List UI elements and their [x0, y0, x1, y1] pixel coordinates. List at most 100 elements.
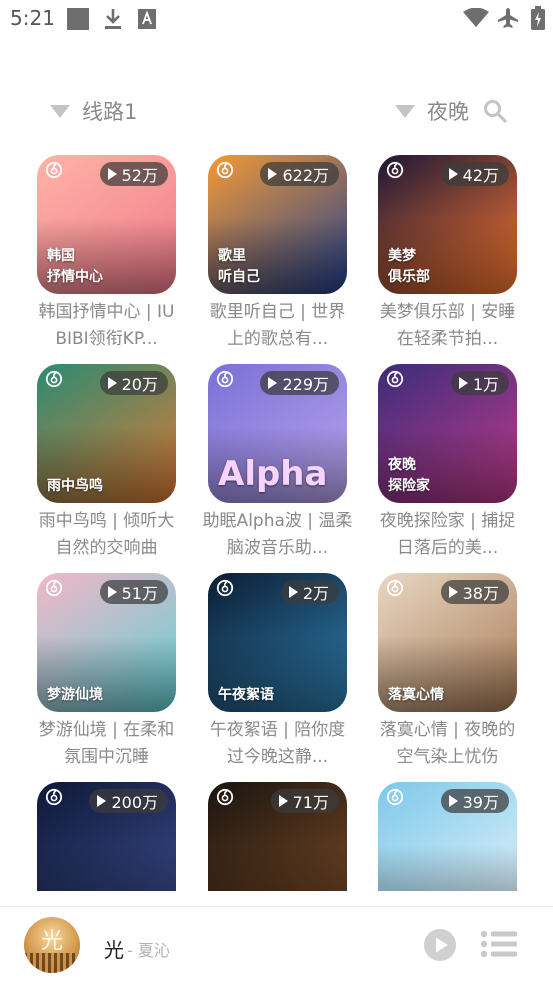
play-triangle-icon [448, 168, 458, 180]
play-triangle-icon [278, 795, 288, 807]
playlist-cover[interactable]: 42万美梦 俱乐部 [378, 155, 517, 294]
play-count: 622万 [282, 166, 329, 185]
playlist-cover[interactable]: 1万 夜晚 探险家 [378, 364, 517, 503]
play-count-badge: 52万 [99, 162, 168, 186]
playlist-title[interactable]: 落寞心情 | 夜晚的空气染上忧伤 [372, 717, 523, 771]
playlist-cover[interactable]: 2万午夜絮语 [208, 573, 347, 712]
playlist-title[interactable]: 梦游仙境 | 在柔和氛围中沉睡 [31, 717, 182, 771]
play-count: 42万 [462, 166, 499, 185]
cover-tag: 雨中鸟鸣 [47, 476, 103, 497]
cover-tag-line: 俱乐部 [388, 269, 430, 285]
download-icon [104, 8, 122, 34]
netease-logo-icon [216, 161, 234, 179]
playlist-cover[interactable]: 51万梦游仙境 [37, 573, 176, 712]
play-count-badge: 2万 [280, 580, 339, 604]
play-count-badge: 42万 [440, 162, 509, 186]
status-bar: 5:21 [0, 0, 553, 38]
cover-tag: Alpha [218, 455, 327, 493]
play-count: 52万 [121, 166, 158, 185]
now-playing-artist[interactable]: - 夏沁 [127, 937, 170, 961]
playlist-title[interactable]: 夜晚探险家 | 捕捉日落后的美... [372, 508, 523, 562]
play-triangle-icon [288, 586, 298, 598]
mood-selector[interactable]: 夜晚 [395, 90, 469, 132]
play-count-badge: 1万 [450, 371, 509, 395]
playlist-title[interactable]: 韩国抒情中心 | IU BIBI领衔KP... [31, 299, 182, 353]
play-count: 39万 [462, 793, 499, 812]
play-triangle-icon [97, 795, 107, 807]
netease-logo-icon [216, 370, 234, 388]
cover-tag-line: 梦游仙境 [47, 687, 103, 703]
search-icon[interactable] [483, 99, 507, 127]
cover-tag-line: 听自己 [218, 269, 260, 285]
line-selector[interactable]: 线路1 [50, 90, 137, 132]
now-playing-cover[interactable]: 光 [24, 917, 80, 973]
line-selector-label: 线路1 [82, 100, 138, 124]
battery-charging-icon [531, 6, 545, 34]
playlist-icon[interactable] [480, 930, 518, 962]
play-count: 20万 [121, 375, 158, 394]
a-notification-icon [138, 9, 156, 33]
playlist-title[interactable]: 美梦俱乐部 | 安睡在轻柔节拍... [372, 299, 523, 353]
playlist-cover[interactable]: 229万 Alpha [208, 364, 347, 503]
netease-logo-icon [386, 161, 404, 179]
netease-logo-icon [45, 788, 63, 806]
playlist-cover[interactable]: 200万 [37, 782, 176, 891]
airplane-icon [497, 7, 519, 33]
netease-logo-icon [45, 161, 63, 179]
now-playing-title[interactable]: 光 [104, 934, 124, 963]
mood-selector-label: 夜晚 [427, 100, 469, 124]
play-triangle-icon [448, 586, 458, 598]
netease-logo-icon [386, 788, 404, 806]
play-count: 1万 [472, 375, 499, 394]
cover-tag-line: 雨中鸟鸣 [47, 478, 103, 494]
playlist-title[interactable]: 雨中鸟鸣 | 倾听大自然的交响曲 [31, 508, 182, 562]
cover-tag-line: 抒情中心 [47, 269, 103, 285]
wifi-icon [463, 7, 489, 32]
netease-logo-icon [386, 370, 404, 388]
cover-tag: 梦游仙境 [47, 685, 103, 706]
play-count: 51万 [121, 584, 158, 603]
play-triangle-icon [268, 168, 278, 180]
play-count-badge: 229万 [260, 371, 339, 395]
play-triangle-icon [458, 377, 468, 389]
cover-tag-line: 探险家 [388, 478, 430, 494]
play-circle-icon[interactable] [423, 928, 457, 966]
dropdown-triangle-icon [395, 104, 415, 118]
cover-tag: 美梦 俱乐部 [388, 246, 430, 288]
play-triangle-icon [268, 377, 278, 389]
netease-logo-icon [216, 788, 234, 806]
cover-tag-line: 落寞心情 [388, 687, 444, 703]
playlist-cover[interactable]: 52万韩国抒情中心 [37, 155, 176, 294]
play-count-badge: 51万 [99, 580, 168, 604]
play-count-badge: 71万 [270, 789, 339, 813]
play-count: 200万 [111, 793, 158, 812]
play-count-badge: 38万 [440, 580, 509, 604]
cover-tag: 歌里 听自己 [218, 246, 260, 288]
playlist-title[interactable]: 歌里听自己 | 世界上的歌总有... [202, 299, 353, 353]
mini-player[interactable]: 光 光 - 夏沁 [0, 906, 553, 983]
playlist-grid: 52万 韩国 抒情中心 韩国抒情中心 | IU BIBI领衔KP... 622万 歌里 听自… [0, 155, 553, 891]
playlist-cover[interactable]: 71万深夜 [208, 782, 347, 891]
play-triangle-icon [107, 168, 117, 180]
play-triangle-icon [448, 795, 458, 807]
playlist-title[interactable]: 助眠Alpha波 | 温柔脑波音乐助... [202, 508, 353, 562]
play-count: 38万 [462, 584, 499, 603]
netease-logo-icon [45, 579, 63, 597]
playlist-cover[interactable]: 38万落寞心情 [378, 573, 517, 712]
play-triangle-icon [107, 377, 117, 389]
playlist-cover[interactable]: 39万962 [378, 782, 517, 891]
square-notification-icon [67, 8, 89, 34]
play-count-badge: 200万 [89, 789, 168, 813]
play-count-badge: 20万 [99, 371, 168, 395]
play-count-badge: 39万 [440, 789, 509, 813]
playlist-cover[interactable]: 20万雨中鸟鸣 [37, 364, 176, 503]
playlist-cover[interactable]: 622万歌里听自己 [208, 155, 347, 294]
play-count: 229万 [282, 375, 329, 394]
playlist-title[interactable]: 午夜絮语 | 陪你度过今晚这静... [202, 717, 353, 771]
netease-logo-icon [386, 579, 404, 597]
play-triangle-icon [107, 586, 117, 598]
cover-tag-line: 韩国 [47, 248, 75, 264]
cover-tag: 午夜絮语 [218, 685, 274, 706]
cover-tag-line: 歌里 [218, 248, 246, 264]
play-count: 71万 [292, 793, 329, 812]
